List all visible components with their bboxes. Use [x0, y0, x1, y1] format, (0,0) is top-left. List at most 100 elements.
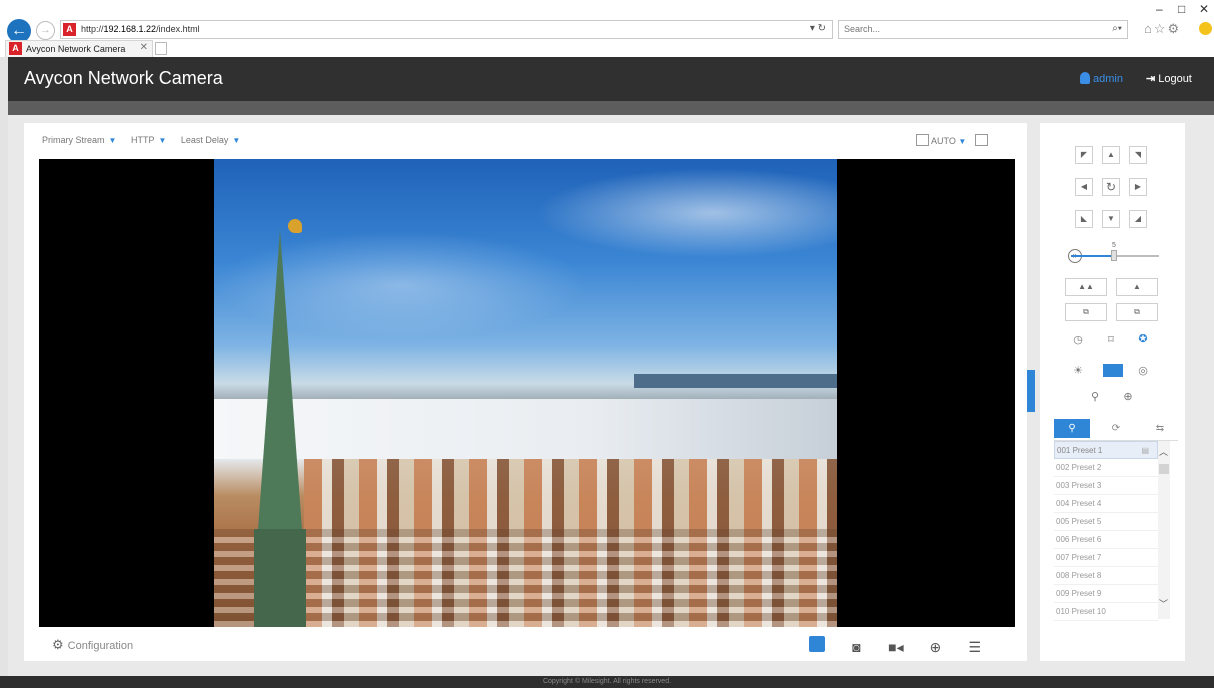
minimize-icon[interactable]: – — [1156, 2, 1163, 16]
address-bar[interactable]: A http://192.168.1.22/index.html ▾ ↻ — [60, 20, 833, 39]
list-item[interactable]: 009 Preset 9 — [1054, 585, 1158, 603]
church-spire — [258, 229, 302, 529]
header-subbar — [8, 101, 1214, 115]
logout-icon: ⇥ — [1146, 73, 1156, 85]
tab-presets[interactable]: ⚲ — [1054, 419, 1090, 438]
speed-slider-handle[interactable] — [1111, 250, 1117, 261]
tab-close-icon[interactable]: ✕ — [140, 42, 148, 53]
fullscreen-icon[interactable] — [974, 134, 988, 146]
user-menu[interactable]: admin — [1080, 72, 1123, 85]
stream-type-caret-icon[interactable]: ▼ — [109, 136, 117, 145]
browser-search-input[interactable] — [844, 24, 1084, 34]
list-item[interactable]: 003 Preset 3 — [1054, 477, 1158, 495]
chevron-up-icon[interactable]: ︿ — [1159, 445, 1168, 458]
site-favicon-icon: A — [63, 23, 76, 36]
close-window-icon[interactable]: ✕ — [1199, 2, 1209, 16]
video-player[interactable] — [39, 159, 1015, 627]
refresh-icon[interactable]: ▾ ↻ — [810, 23, 826, 34]
stream-settings-bar: Primary Stream ▼ HTTP ▼ Least Delay ▼ — [42, 135, 252, 145]
preset-scrollbar[interactable]: ︿ ﹀ — [1158, 441, 1170, 619]
chevron-down-icon[interactable]: ﹀ — [1159, 597, 1168, 610]
location-pin-icon[interactable]: ⚲ — [1088, 390, 1102, 403]
list-item[interactable]: 007 Preset 7 — [1054, 549, 1158, 567]
zoom-out-button[interactable]: ▲▲ — [1065, 278, 1107, 296]
tab-patrol[interactable]: ⟳ — [1098, 419, 1134, 438]
snapshot-icon[interactable]: ◙ — [848, 639, 864, 655]
maximize-icon[interactable]: □ — [1178, 2, 1185, 16]
preset-tabs: ⚲ ⟳ ⇆ — [1054, 419, 1178, 441]
ptz-left-button[interactable]: ◀ — [1075, 178, 1093, 196]
stream-type-select[interactable]: Primary Stream — [42, 135, 105, 145]
app-title: Avycon Network Camera — [24, 68, 223, 88]
list-item[interactable]: 005 Preset 5 — [1054, 513, 1158, 531]
save-preset-icon[interactable]: ▤ — [1141, 442, 1149, 460]
protocol-caret-icon[interactable]: ▼ — [158, 136, 166, 145]
new-tab-button[interactable] — [155, 42, 167, 55]
list-item[interactable]: 006 Preset 6 — [1054, 531, 1158, 549]
ptz-right-button[interactable]: ▶ — [1129, 178, 1147, 196]
toolbar-icons[interactable]: ⌂☆⚙ — [1144, 21, 1181, 37]
view-mode-caret-icon[interactable]: ▼ — [958, 137, 966, 146]
speed-value: 5 — [1112, 242, 1116, 249]
ptz-up-left-button[interactable]: ◤ — [1075, 146, 1093, 164]
settings-icon[interactable]: ✪ — [1136, 332, 1150, 345]
aspect-ratio-icon[interactable] — [916, 134, 929, 146]
wiper-button[interactable] — [1103, 364, 1123, 377]
light-icon[interactable]: ◎ — [1136, 364, 1150, 377]
ptz-down-button[interactable]: ▼ — [1102, 210, 1120, 228]
ptz-down-left-button[interactable]: ◣ — [1075, 210, 1093, 228]
feedback-smiley-icon[interactable] — [1199, 22, 1212, 35]
ptz-down-right-button[interactable]: ◢ — [1129, 210, 1147, 228]
view-mode-select[interactable]: AUTO — [931, 136, 956, 146]
delay-mode-caret-icon[interactable]: ▼ — [232, 136, 240, 145]
protocol-select[interactable]: HTTP — [131, 135, 155, 145]
left-edge — [0, 57, 8, 688]
brightness-icon[interactable]: ☀ — [1071, 364, 1085, 377]
forward-button[interactable]: → — [36, 21, 55, 40]
preset-list: 001 Preset 1 ▤ 002 Preset 2 003 Preset 3 … — [1054, 441, 1158, 621]
zoom-in-icon[interactable]: ⊕ — [927, 639, 943, 655]
browser-search-box[interactable]: ⌕▾ — [838, 20, 1128, 39]
logout-button[interactable]: ⇥ Logout — [1146, 72, 1192, 85]
iris-icon[interactable]: ⌑ — [1104, 333, 1118, 346]
target-icon[interactable]: ⊕ — [1121, 390, 1135, 403]
list-item[interactable]: 004 Preset 4 — [1054, 495, 1158, 513]
configuration-link[interactable]: ⚙ Configuration — [52, 637, 133, 653]
ptz-speed-slider[interactable]: 5 — [1071, 242, 1159, 261]
live-view-panel: Primary Stream ▼ HTTP ▼ Least Delay ▼ AUTO … — [24, 123, 1027, 661]
browser-tab[interactable]: A Avycon Network Camera ✕ — [5, 40, 153, 57]
ptz-up-button[interactable]: ▲ — [1102, 146, 1120, 164]
view-mode-controls: AUTO ▼ — [916, 134, 988, 146]
username: admin — [1093, 73, 1123, 85]
list-item[interactable]: 010 Preset 10 — [1054, 603, 1158, 621]
list-item[interactable]: 008 Preset 8 — [1054, 567, 1158, 585]
panel-collapse-toggle[interactable] — [1027, 370, 1035, 412]
tab-title: Avycon Network Camera — [26, 44, 126, 54]
scrollbar-thumb[interactable] — [1159, 464, 1169, 474]
list-item[interactable]: 002 Preset 2 — [1054, 459, 1158, 477]
focus-near-button[interactable]: ⧉ — [1116, 303, 1158, 321]
tab-pattern[interactable]: ⇆ — [1142, 419, 1178, 438]
copyright-footer: Copyright © Milesight. All rights reserv… — [0, 676, 1214, 688]
logout-label: Logout — [1158, 73, 1192, 85]
timer-icon[interactable]: ◷ — [1071, 333, 1085, 346]
app-header: Avycon Network Camera — [8, 57, 1214, 101]
stop-live-button[interactable] — [809, 636, 825, 652]
user-icon — [1080, 72, 1090, 84]
delay-mode-select[interactable]: Least Delay — [181, 135, 229, 145]
focus-far-button[interactable]: ⧉ — [1065, 303, 1107, 321]
ptz-up-right-button[interactable]: ◥ — [1129, 146, 1147, 164]
record-icon[interactable]: ■◂ — [888, 639, 904, 655]
image-settings-icon[interactable]: ☰ — [967, 639, 983, 655]
url-host: 192.168.1.22 — [103, 24, 157, 34]
ptz-panel: ◤ ▲ ◥ ◀ ↻ ▶ ◣ ▼ ◢ » 5 ▲▲ ▲ ⧉ ⧉ ◷ ⌑ ✪ ☀ ◎… — [1040, 123, 1185, 661]
address-url: http://192.168.1.22/index.html — [81, 24, 200, 34]
tab-favicon-icon: A — [9, 42, 22, 55]
ptz-auto-scan-icon[interactable]: ↻ — [1102, 178, 1120, 196]
search-icon[interactable]: ⌕▾ — [1112, 23, 1122, 34]
list-item[interactable]: 001 Preset 1 ▤ — [1054, 441, 1158, 459]
zoom-in-button[interactable]: ▲ — [1116, 278, 1158, 296]
configuration-label: Configuration — [67, 640, 134, 652]
weathervane — [288, 219, 302, 233]
url-path: /index.html — [156, 24, 200, 34]
